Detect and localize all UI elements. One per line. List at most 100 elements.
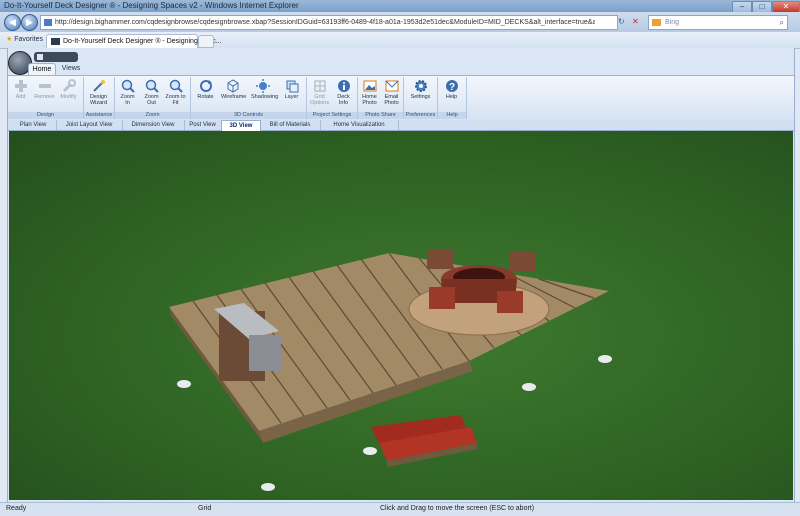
- tab-plan-view[interactable]: Plan View: [10, 120, 57, 130]
- favorites-bar: ★ Favorites Do-It-Yourself Deck Designer…: [0, 32, 800, 49]
- svg-text:?: ?: [449, 82, 455, 93]
- zoom-in-button[interactable]: Zoom In: [116, 79, 139, 106]
- remove-icon: [38, 79, 52, 93]
- favorites-button[interactable]: ★ Favorites: [6, 33, 43, 47]
- wireframe-button[interactable]: Wireframe: [221, 79, 247, 100]
- layers-icon: [285, 79, 299, 93]
- ribbon-group-assistance: Design Wizard Assistance: [84, 77, 115, 119]
- deck-info-button[interactable]: Deck Info: [332, 79, 355, 106]
- ribbon-tab-views[interactable]: Views: [58, 63, 84, 75]
- page-icon: [44, 19, 52, 26]
- zoom-out-label: Zoom Out: [144, 94, 159, 106]
- tab-home-visualization[interactable]: Home Visualization: [320, 120, 399, 130]
- zoom-out-icon: [145, 79, 159, 93]
- home-photo-button[interactable]: Home Photo: [358, 79, 381, 106]
- tab-post-view[interactable]: Post View: [184, 120, 222, 130]
- zoom-in-label: Zoom In: [120, 94, 135, 106]
- search-placeholder: Bing: [665, 19, 680, 26]
- rotate-icon: [199, 79, 213, 93]
- quick-access-toolbar[interactable]: [34, 52, 78, 62]
- info-icon: [337, 79, 351, 93]
- bing-logo-icon: [652, 19, 661, 26]
- tab-joist-layout-view[interactable]: Joist Layout View: [56, 120, 123, 130]
- gear-icon: [414, 79, 428, 93]
- status-bar: Ready Grid Click and Drag to move the sc…: [0, 502, 800, 516]
- save-icon[interactable]: [37, 54, 43, 60]
- search-icon[interactable]: ⌕: [780, 16, 784, 29]
- rotate-button[interactable]: Rotate: [194, 79, 217, 100]
- ribbon-group-design: Add Remove Modify Design: [8, 77, 84, 119]
- deck-3d-render: [169, 249, 612, 491]
- browser-tab-active[interactable]: Do-It-Yourself Deck Designer ® - Designi…: [46, 34, 222, 48]
- group-label-project-settings: Project Settings: [307, 112, 357, 119]
- tab-3d-view[interactable]: 3D View: [221, 120, 261, 131]
- ribbon-group-photo-share: Home Photo Email Photo Photo Share: [358, 77, 404, 119]
- zoom-out-button[interactable]: Zoom Out: [140, 79, 163, 106]
- design-wizard-label: Design Wizard: [89, 94, 108, 106]
- ribbon-group-project-settings: Grid Options Deck Info Project Settings: [307, 77, 358, 119]
- deck-stairs: [371, 415, 477, 467]
- group-label-help: Help: [438, 112, 466, 119]
- status-text: Ready: [6, 505, 27, 512]
- help-label: Help: [445, 94, 458, 100]
- ribbon: Add Remove Modify Design Design Wizard A…: [8, 75, 794, 121]
- zoom-to-fit-label: Zoom to Fit: [165, 94, 186, 106]
- layer-label: Layer: [284, 94, 299, 100]
- settings-button[interactable]: Settings: [409, 79, 432, 100]
- site-favicon-icon: [51, 38, 60, 45]
- group-label-preferences: Preferences: [404, 112, 437, 119]
- refresh-icon[interactable]: ↻: [618, 15, 628, 28]
- ribbon-group-3d-controls: Rotate Wireframe Shadowing Layer 3D Cont…: [191, 77, 307, 119]
- wireframe-label: Wireframe: [221, 94, 247, 100]
- stop-icon[interactable]: ✕: [632, 15, 642, 28]
- remove-button[interactable]: Remove: [33, 79, 56, 100]
- modify-label: Modify: [60, 94, 77, 100]
- star-icon: ★: [6, 36, 13, 43]
- new-tab-button[interactable]: [198, 35, 214, 48]
- layer-button[interactable]: Layer: [280, 79, 303, 100]
- url-input[interactable]: http://design.bighammer.com/cqdesignbrow…: [40, 15, 618, 30]
- photo-icon: [363, 79, 377, 93]
- search-input[interactable]: Bing ⌕: [648, 15, 788, 30]
- window-title: Do-It-Yourself Deck Designer ® - Designi…: [4, 1, 299, 10]
- add-icon: [14, 79, 28, 93]
- email-photo-button[interactable]: Email Photo: [380, 79, 403, 106]
- help-button[interactable]: ? Help: [440, 79, 463, 100]
- forward-button[interactable]: ▶: [21, 14, 38, 31]
- url-text: http://design.bighammer.com/cqdesignbrow…: [55, 19, 595, 26]
- status-grid: Grid: [198, 505, 212, 512]
- grid-options-button[interactable]: Grid Options: [308, 79, 331, 106]
- address-bar-row: ◀ ▶ http://design.bighammer.com/cqdesign…: [0, 12, 800, 32]
- shadowing-label: Shadowing: [251, 94, 279, 100]
- remove-label: Remove: [34, 94, 55, 100]
- wireframe-cube-icon: [226, 79, 240, 93]
- wand-icon: [92, 79, 106, 93]
- ribbon-group-preferences: Settings Preferences: [404, 77, 438, 119]
- ribbon-group-zoom: Zoom In Zoom Out Zoom to Fit Zoom: [115, 77, 191, 119]
- favorites-label: Favorites: [14, 36, 44, 43]
- tab-bill-of-materials[interactable]: Bill of Materials: [260, 120, 321, 130]
- add-label: Add: [15, 94, 26, 100]
- zoom-fit-icon: [169, 79, 183, 93]
- grid-options-label: Grid Options: [310, 94, 329, 106]
- status-hint: Click and Drag to move the screen (ESC t…: [380, 505, 535, 512]
- grid-icon: [313, 79, 327, 93]
- group-label-assistance: Assistance: [84, 112, 114, 119]
- email-photo-icon: [385, 79, 399, 93]
- 3d-viewport-canvas[interactable]: [9, 131, 793, 500]
- home-photo-label: Home Photo: [362, 94, 377, 106]
- back-button[interactable]: ◀: [4, 14, 21, 31]
- settings-label: Settings: [410, 94, 431, 100]
- deck-designer-app: Home Views Add Remove Modify Design Desi…: [7, 48, 795, 502]
- sun-icon: [255, 79, 270, 93]
- window-title-bar: Do-It-Yourself Deck Designer ® - Designi…: [0, 0, 800, 13]
- add-button[interactable]: Add: [9, 79, 32, 100]
- deck-info-label: Deck Info: [337, 94, 350, 106]
- design-wizard-button[interactable]: Design Wizard: [87, 79, 110, 106]
- tab-dimension-view[interactable]: Dimension View: [122, 120, 185, 130]
- shadowing-button[interactable]: Shadowing: [251, 79, 279, 100]
- modify-button[interactable]: Modify: [57, 79, 80, 100]
- group-label-photo-share: Photo Share: [358, 112, 403, 119]
- zoom-to-fit-button[interactable]: Zoom to Fit: [164, 79, 187, 106]
- help-icon: ?: [445, 79, 459, 93]
